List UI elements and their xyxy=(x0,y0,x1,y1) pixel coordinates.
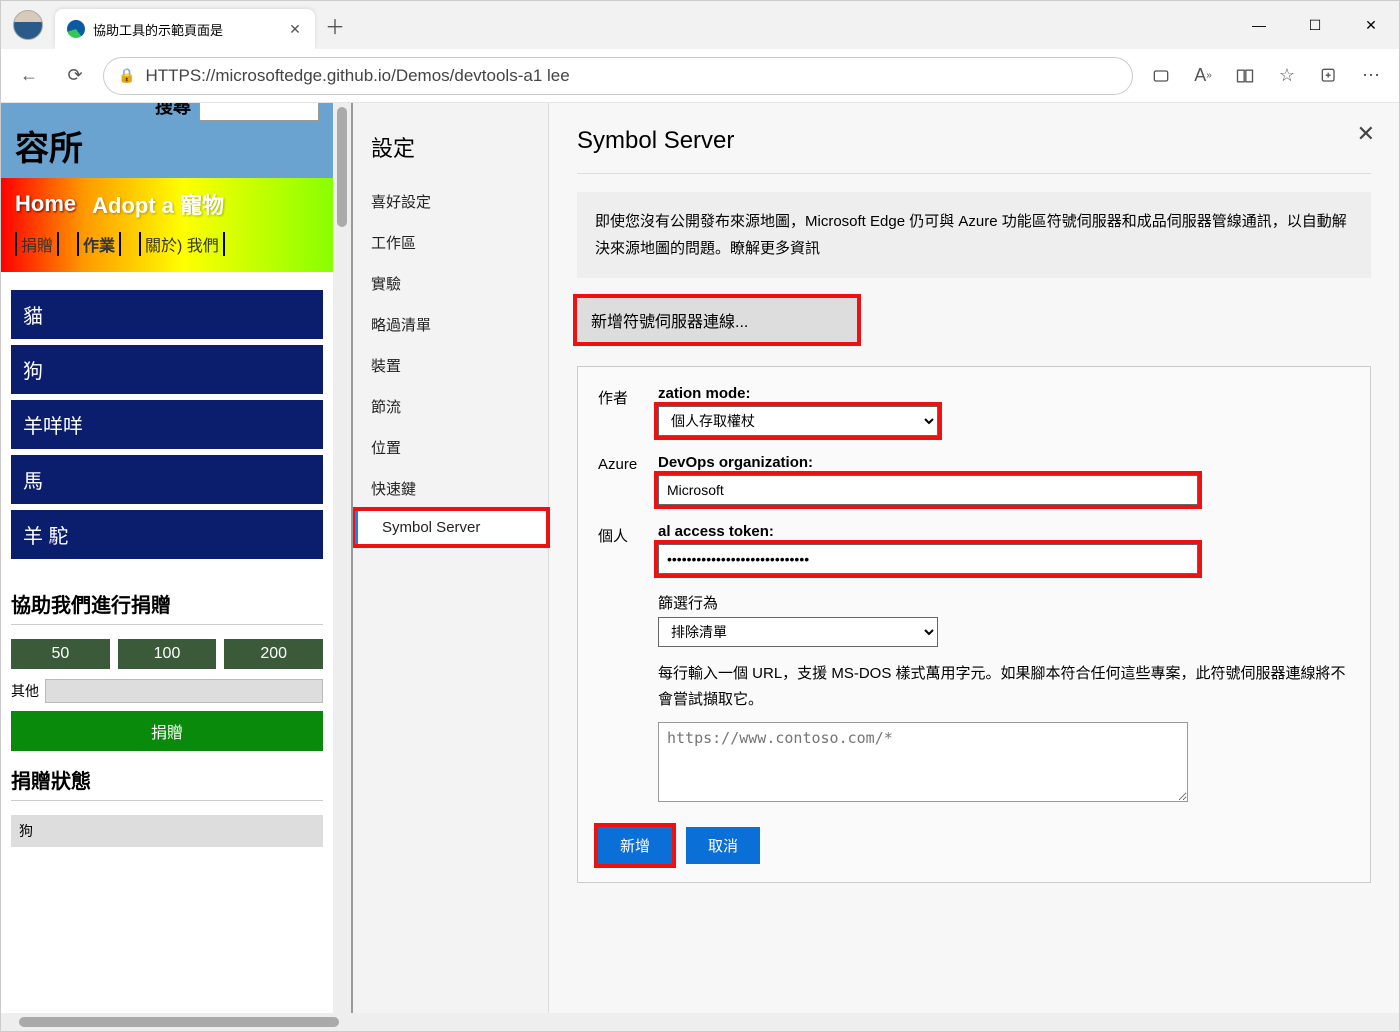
status-value: 狗 xyxy=(11,815,323,847)
filter-textarea[interactable] xyxy=(658,722,1188,802)
auth-mode-select[interactable]: 個人存取權杖 xyxy=(658,406,938,436)
tab-title: 協助工具的示範頁面是 xyxy=(93,20,287,39)
site-scrollbar[interactable] xyxy=(333,103,351,1031)
refresh-button[interactable]: ⟳ xyxy=(57,58,93,94)
other-amount-input[interactable] xyxy=(45,679,323,703)
amount-100[interactable]: 100 xyxy=(118,639,217,669)
nav-donate[interactable]: 捐贈 xyxy=(15,232,59,256)
list-item[interactable]: 貓 xyxy=(11,290,323,339)
profile-avatar[interactable] xyxy=(13,10,43,40)
list-item[interactable]: 狗 xyxy=(11,345,323,394)
donate-section: 協助我們進行捐贈 50 100 200 其他 捐贈 捐贈狀態 狗 xyxy=(1,575,333,861)
amount-50[interactable]: 50 xyxy=(11,639,110,669)
sidebar-item-devices[interactable]: 裝置 xyxy=(353,345,548,386)
add-button[interactable]: 新增 xyxy=(598,827,672,864)
back-button[interactable]: ← xyxy=(11,58,47,94)
favorite-icon[interactable]: ☆ xyxy=(1269,58,1305,94)
tab-close-icon[interactable]: ✕ xyxy=(287,21,303,37)
auth-label-left: 作者 xyxy=(598,385,658,408)
donate-button[interactable]: 捐贈 xyxy=(11,711,323,751)
app-icon[interactable] xyxy=(1143,58,1179,94)
donate-title: 協助我們進行捐贈 xyxy=(11,589,323,625)
pat-input[interactable] xyxy=(658,544,1198,574)
sidebar-item-workspace[interactable]: 工作區 xyxy=(353,222,548,263)
search-label: 搜尋 xyxy=(155,103,191,119)
lock-icon: 🔒 xyxy=(118,67,135,84)
window-minimize-button[interactable]: — xyxy=(1231,1,1287,49)
nav-adopt[interactable]: Adopt a 寵物 xyxy=(92,188,224,220)
list-item[interactable]: 羊 駝 xyxy=(11,510,323,559)
settings-sidebar: 設定 喜好設定 工作區 實驗 略過清單 裝置 節流 位置 快速鍵 Symbol … xyxy=(353,103,549,1031)
horizontal-scrollbar[interactable] xyxy=(1,1013,1399,1031)
sidebar-item-experiments[interactable]: 實驗 xyxy=(353,263,548,304)
auth-label-right: zation mode: xyxy=(658,385,1350,402)
sidebar-item-symbol-server[interactable]: Symbol Server xyxy=(353,509,548,546)
sidebar-item-preferences[interactable]: 喜好設定 xyxy=(353,181,548,222)
cancel-button[interactable]: 取消 xyxy=(686,827,760,864)
amount-200[interactable]: 200 xyxy=(224,639,323,669)
edge-icon xyxy=(67,20,85,38)
more-icon[interactable]: ⋯ xyxy=(1353,58,1389,94)
nav-about[interactable]: 關於) 我們 xyxy=(139,232,225,256)
connection-form: 作者 zation mode: 個人存取權杖 Azure DevOps orga… xyxy=(577,366,1371,883)
site-nav: Home Adopt a 寵物 捐贈 作業 關於) 我們 xyxy=(1,178,333,272)
new-tab-button[interactable]: ＋ xyxy=(319,9,351,41)
pat-label-left: 個人 xyxy=(598,523,658,546)
demo-site-panel: 搜尋 容所 Home Adopt a 寵物 捐贈 作業 關於) 我們 xyxy=(1,103,353,1031)
description-text: 即使您沒有公開發布來源地圖，Microsoft Edge 仍可與 Azure 功… xyxy=(577,192,1371,278)
site-title: 容所 xyxy=(15,121,319,170)
other-label: 其他 xyxy=(11,681,39,701)
add-connection-button[interactable]: 新增符號伺服器連線... xyxy=(577,298,857,342)
window-close-button[interactable]: ✕ xyxy=(1343,1,1399,49)
sidebar-item-throttling[interactable]: 節流 xyxy=(353,386,548,427)
filter-description: 每行輸入一個 URL，支援 MS-DOS 樣式萬用字元。如果腳本符合任何這些專案… xyxy=(658,661,1350,712)
nav-jobs[interactable]: 作業 xyxy=(77,232,121,256)
pat-label-right: al access token: xyxy=(658,523,1350,540)
titlebar: 協助工具的示範頁面是 ✕ ＋ — ☐ ✕ xyxy=(1,1,1399,49)
org-label-right: DevOps organization: xyxy=(658,454,1350,471)
sidebar-item-shortcuts[interactable]: 快速鍵 xyxy=(353,468,548,509)
settings-content: ✕ Symbol Server 即使您沒有公開發布來源地圖，Microsoft … xyxy=(549,103,1399,1031)
nav-home[interactable]: Home xyxy=(9,189,82,219)
close-settings-icon[interactable]: ✕ xyxy=(1357,121,1375,147)
list-item[interactable]: 馬 xyxy=(11,455,323,504)
reader-icon[interactable] xyxy=(1227,58,1263,94)
filter-mode-select[interactable]: 排除清單 xyxy=(658,617,938,647)
window-maximize-button[interactable]: ☐ xyxy=(1287,1,1343,49)
page-title: Symbol Server xyxy=(577,127,1371,155)
status-title: 捐贈狀態 xyxy=(11,751,323,801)
animal-list: 貓 狗 羊咩咩 馬 羊 駝 xyxy=(1,272,333,575)
search-input[interactable] xyxy=(199,103,319,121)
url-text: HTTPS://microsoftedge.github.io/Demos/de… xyxy=(145,66,1118,86)
sidebar-item-locations[interactable]: 位置 xyxy=(353,427,548,468)
address-bar[interactable]: 🔒 HTTPS://microsoftedge.github.io/Demos/… xyxy=(103,57,1133,95)
org-label-left: Azure xyxy=(598,454,658,473)
collections-icon[interactable] xyxy=(1311,58,1347,94)
list-item[interactable]: 羊咩咩 xyxy=(11,400,323,449)
read-aloud-icon[interactable]: A» xyxy=(1185,58,1221,94)
org-input[interactable] xyxy=(658,475,1198,505)
settings-title: 設定 xyxy=(353,121,548,181)
browser-toolbar: ← ⟳ 🔒 HTTPS://microsoftedge.github.io/De… xyxy=(1,49,1399,103)
sidebar-item-ignorelist[interactable]: 略過清單 xyxy=(353,304,548,345)
filter-label: 篩選行為 xyxy=(658,592,1350,613)
browser-tab[interactable]: 協助工具的示範頁面是 ✕ xyxy=(55,9,315,49)
